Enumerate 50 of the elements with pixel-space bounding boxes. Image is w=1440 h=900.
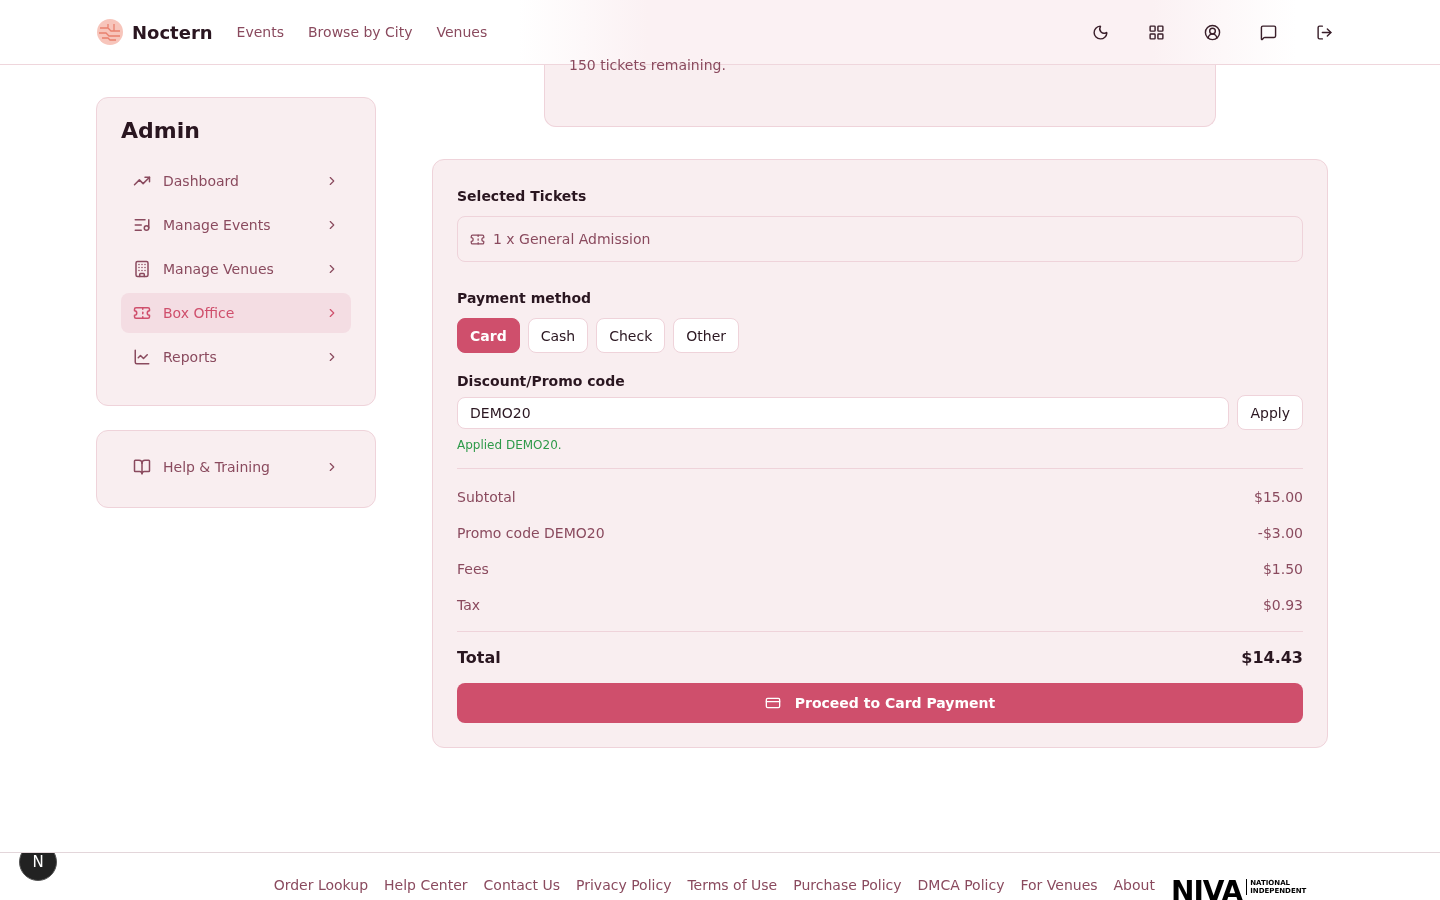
- summary-amount: -$3.00: [1257, 525, 1303, 541]
- footer-link[interactable]: About: [1113, 877, 1155, 893]
- panel-title: Admin: [121, 118, 201, 143]
- summary-label: Fees: [457, 561, 489, 577]
- logo-icon: [96, 18, 124, 46]
- footer-link[interactable]: Help Center: [384, 877, 468, 893]
- summary-amount: $1.50: [1262, 561, 1303, 577]
- summary-label: Promo code DEMO20: [457, 525, 605, 541]
- total-amount: $14.43: [1241, 648, 1303, 667]
- summary-amount: $15.00: [1254, 489, 1303, 505]
- book-icon: [133, 458, 151, 476]
- footer-link[interactable]: Contact Us: [483, 877, 560, 893]
- card-icon: [764, 695, 781, 711]
- sidebar-item[interactable]: Dashboard: [121, 161, 351, 201]
- footer-link[interactable]: For Venues: [1020, 877, 1098, 893]
- apply-button[interactable]: Apply: [1237, 395, 1303, 430]
- promo-status: Applied DEMO20.: [457, 438, 563, 452]
- footer-link[interactable]: Order Lookup: [273, 877, 369, 893]
- payment-method-button[interactable]: Card: [457, 318, 520, 353]
- sidebar-item[interactable]: Help & Training: [121, 447, 351, 487]
- sidebar-item[interactable]: Reports: [121, 337, 351, 377]
- nav-link[interactable]: Events: [236, 24, 284, 40]
- payment-method-button[interactable]: Other: [673, 318, 740, 353]
- section-label: Discount/Promo code: [457, 373, 626, 389]
- summary-label: Subtotal: [457, 489, 516, 505]
- footer-link[interactable]: Terms of Use: [687, 877, 778, 893]
- ticket-icon: [133, 304, 151, 322]
- total-label: Total: [457, 648, 501, 667]
- section-label: Payment method: [457, 290, 593, 306]
- section-label: Selected Tickets: [457, 188, 588, 204]
- ticket-text: 1 x General Admission: [493, 231, 651, 247]
- line-chart-icon: [133, 348, 151, 366]
- dev-badge[interactable]: N: [19, 853, 57, 881]
- footer-link[interactable]: Purchase Policy: [793, 877, 902, 893]
- nav-link[interactable]: Browse by City: [308, 24, 413, 40]
- brand-name[interactable]: Noctern: [132, 21, 213, 43]
- payment-method-button[interactable]: Cash: [527, 318, 589, 353]
- footer-link[interactable]: DMCA Policy: [917, 877, 1005, 893]
- nav-link[interactable]: Venues: [436, 24, 488, 40]
- footer-link[interactable]: Privacy Policy: [576, 877, 672, 893]
- proceed-button[interactable]: Proceed to Card Payment: [457, 683, 1303, 723]
- summary-amount: $0.93: [1262, 597, 1303, 613]
- summary-label: Tax: [457, 597, 481, 613]
- sidebar-item[interactable]: Manage Events: [121, 205, 351, 245]
- ticket-icon: [470, 231, 485, 247]
- promo-field[interactable]: DEMO20: [457, 396, 1230, 429]
- sidebar-item[interactable]: Manage Venues: [121, 249, 351, 289]
- list-icon: [133, 216, 151, 234]
- building-icon: [133, 260, 151, 278]
- payment-method-button[interactable]: Check: [596, 318, 666, 353]
